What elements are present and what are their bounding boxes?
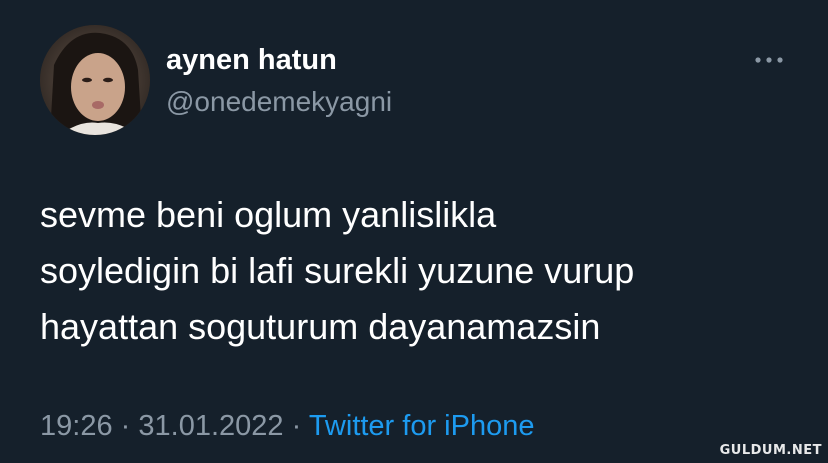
meta-separator: · <box>291 410 302 442</box>
tweet-date[interactable]: 31.01.2022 <box>138 410 283 442</box>
display-name[interactable]: aynen hatun <box>166 42 337 78</box>
profile-photo-icon <box>40 25 150 135</box>
tweet-card: aynen hatun @onedemekyagni sevme beni og… <box>0 0 828 463</box>
more-options-button[interactable] <box>748 46 790 74</box>
tweet-time[interactable]: 19:26 <box>40 410 113 442</box>
tweet-text: sevme beni oglum yanlislikla soyledigin … <box>40 187 800 355</box>
tweet-text-line: soyledigin bi lafi surekli yuzune vurup <box>40 250 635 291</box>
more-horizontal-icon <box>755 57 783 63</box>
tweet-text-line: hayattan soguturum dayanamazsin <box>40 306 601 347</box>
tweet-text-line: sevme beni oglum yanlislikla <box>40 194 497 235</box>
avatar[interactable] <box>40 25 150 135</box>
tweet-meta: 19:26 · 31.01.2022 · Twitter for iPhone <box>40 407 534 445</box>
watermark: GULDUM.NET <box>719 443 822 458</box>
tweet-source-link[interactable]: Twitter for iPhone <box>309 410 535 442</box>
meta-separator: · <box>120 410 131 442</box>
user-handle[interactable]: @onedemekyagni <box>166 85 392 119</box>
